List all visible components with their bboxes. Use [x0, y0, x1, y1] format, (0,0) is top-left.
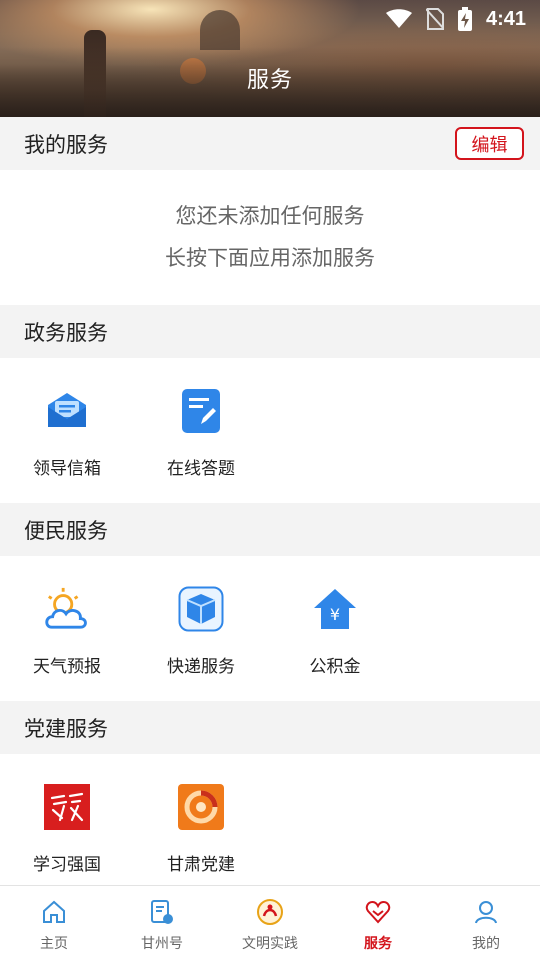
nav-ganzhou[interactable]: 甘州号	[108, 886, 216, 960]
bottom-navigation: 主页 甘州号 文明实践 服务 我的	[0, 885, 540, 960]
my-services-header: 我的服务 编辑	[0, 117, 540, 170]
government-services-header: 政务服务	[0, 305, 540, 358]
section-title: 政务服务	[24, 320, 108, 345]
xuexi-logo-icon	[44, 784, 90, 830]
service-item-weather[interactable]: 天气预报	[0, 556, 134, 701]
service-item-online-quiz[interactable]: 在线答题	[134, 358, 268, 503]
empty-message-line2: 长按下面应用添加服务	[165, 246, 375, 270]
service-item-gansu-party[interactable]: 甘肃党建	[134, 754, 268, 899]
government-services-grid: 领导信箱 在线答题	[0, 358, 540, 503]
section-title: 党建服务	[24, 716, 108, 741]
nav-label: 主页	[40, 936, 68, 952]
service-label: 在线答题	[167, 459, 235, 479]
empty-services-message: 您还未添加任何服务 长按下面应用添加服务	[0, 195, 540, 279]
nav-home[interactable]: 主页	[0, 886, 108, 960]
heart-hands-icon	[364, 898, 392, 926]
service-label: 天气预报	[33, 657, 101, 677]
service-item-express[interactable]: 快递服务	[134, 556, 268, 701]
page-title: 服务	[246, 68, 293, 93]
home-icon	[40, 898, 68, 926]
housing-fund-icon: ¥	[312, 586, 358, 632]
svg-text:¥: ¥	[330, 605, 340, 624]
document-icon	[148, 898, 176, 926]
header-banner: 4:41 服务	[0, 0, 540, 117]
service-item-xuexi[interactable]: 学习强国	[0, 754, 134, 899]
quiz-icon	[178, 388, 224, 434]
section-title: 便民服务	[24, 518, 108, 543]
weather-icon	[44, 586, 90, 632]
nav-label: 服务	[364, 936, 392, 952]
nav-mine[interactable]: 我的	[432, 886, 540, 960]
battery-charging-icon	[457, 7, 472, 31]
nav-civilization[interactable]: 文明实践	[216, 886, 324, 960]
civilization-emblem-icon	[256, 898, 284, 926]
nav-label: 文明实践	[242, 936, 298, 952]
convenience-services-grid: 天气预报 快递服务 ¥ 公积金	[0, 556, 540, 701]
party-services-grid: 学习强国 甘肃党建	[0, 754, 540, 899]
package-icon	[178, 586, 224, 632]
status-bar: 4:41	[385, 6, 526, 32]
wifi-icon	[385, 9, 412, 29]
my-services-title: 我的服务	[24, 132, 108, 157]
nav-services[interactable]: 服务	[324, 886, 432, 960]
service-label: 甘肃党建	[167, 855, 235, 875]
empty-message-line1: 您还未添加任何服务	[175, 204, 365, 228]
mailbox-icon	[44, 388, 90, 434]
service-label: 公积金	[309, 657, 361, 677]
nav-label: 甘州号	[141, 936, 183, 952]
service-label: 领导信箱	[33, 459, 101, 479]
service-item-leader-mailbox[interactable]: 领导信箱	[0, 358, 134, 503]
edit-button[interactable]: 编辑	[455, 127, 524, 160]
party-services-header: 党建服务	[0, 701, 540, 754]
no-sim-icon	[425, 8, 444, 30]
gansu-party-logo-icon	[178, 784, 224, 830]
service-item-housing-fund[interactable]: ¥ 公积金	[268, 556, 402, 701]
service-label: 学习强国	[33, 855, 101, 875]
status-time: 4:41	[485, 7, 526, 30]
nav-label: 我的	[472, 936, 500, 952]
convenience-services-header: 便民服务	[0, 503, 540, 556]
service-label: 快递服务	[167, 657, 235, 677]
user-icon	[472, 898, 500, 926]
